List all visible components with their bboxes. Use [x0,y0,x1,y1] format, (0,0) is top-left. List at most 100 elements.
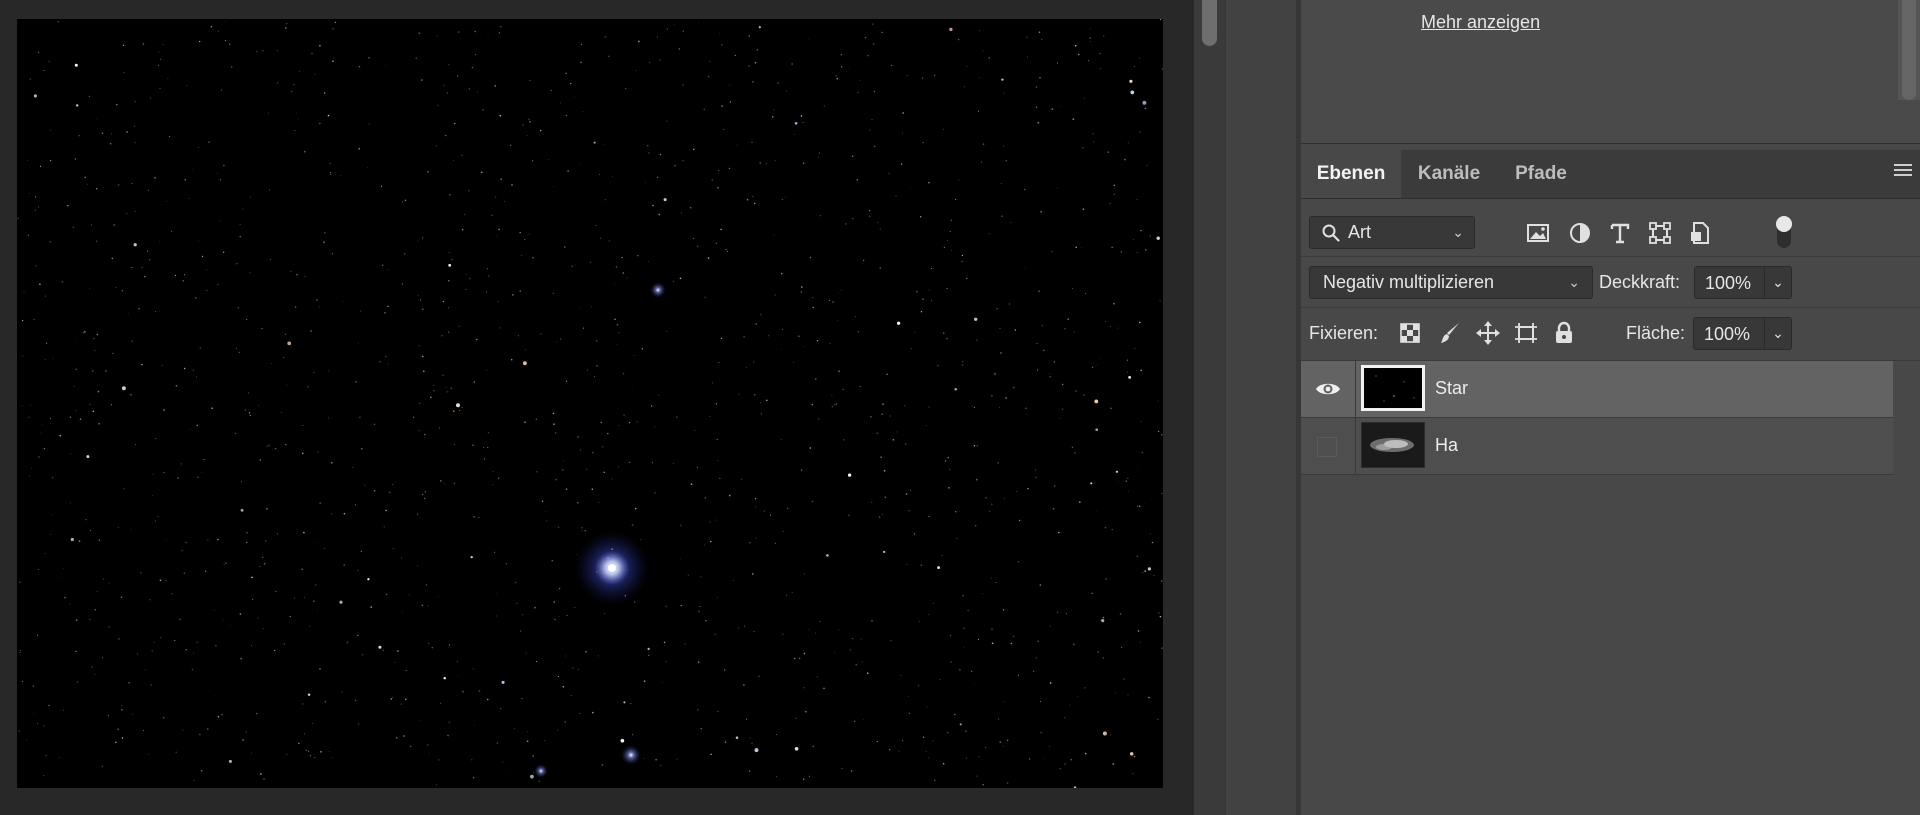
star-dot [594,376,596,377]
lock-transparent-pixels-icon[interactable] [1397,320,1423,346]
filter-toggle-switch[interactable] [1774,216,1794,250]
layer-row-ha[interactable]: Ha [1301,418,1893,475]
star-dot [665,661,667,662]
tab-channels[interactable]: Kanäle [1401,150,1497,198]
star-dot [519,290,521,292]
star-dot [982,50,984,52]
star-dot [45,754,47,757]
star-dot [424,490,427,493]
star-dot [324,701,326,703]
star-dot [1059,417,1061,419]
star-dot [89,618,91,621]
star-dot [423,497,426,500]
layers-list-scrollbar[interactable] [1893,368,1920,815]
star-dot [1039,584,1041,586]
star-dot [116,103,118,106]
star-dot [809,447,812,449]
star-dot [416,513,419,515]
star-dot [782,328,784,331]
star-dot [206,289,208,292]
star-dot [734,54,736,57]
panel-menu-icon[interactable] [1894,164,1912,180]
star-dot [98,422,100,425]
star-dot [896,431,898,433]
adjustment-filter-icon[interactable] [1567,220,1593,246]
star-dot [75,619,78,622]
star-dot [872,43,875,45]
lock-all-icon[interactable] [1551,320,1577,346]
star-dot [186,84,188,86]
info-panel-scrollbar-thumb[interactable] [1902,0,1916,100]
lock-position-icon[interactable] [1475,320,1501,346]
star-dot [94,608,96,611]
shape-filter-icon[interactable] [1647,220,1673,246]
visibility-off-box[interactable] [1317,437,1337,457]
star-dot [461,154,463,156]
opacity-value[interactable]: 100% [1705,273,1751,294]
fill-input[interactable]: 100% ⌄ [1693,317,1792,350]
star-dot [1160,580,1163,582]
smart-object-filter-icon[interactable] [1687,220,1713,246]
layer-row-star[interactable]: Star [1301,361,1893,418]
star-dot [905,443,907,445]
star-dot [70,537,74,542]
star-dot [618,425,620,427]
star-dot [727,250,729,252]
star-dot [777,82,780,84]
star-dot [75,337,77,339]
star-dot [950,661,952,663]
star-dot [859,386,861,387]
star-dot [251,576,253,579]
star-dot [1157,400,1159,402]
star-dot [755,323,757,325]
layer-thumbnail[interactable] [1361,365,1425,411]
tab-paths[interactable]: Pfade [1497,150,1585,198]
layer-name[interactable]: Ha [1435,435,1458,456]
show-more-link[interactable]: Mehr anzeigen [1421,12,1540,33]
star-dot [1034,469,1037,471]
starfield-image[interactable] [17,19,1163,788]
opacity-input[interactable]: 100% ⌄ [1694,266,1792,299]
star-dot [39,283,41,285]
star-dot [1119,613,1122,615]
star-dot [256,713,258,715]
blend-mode-dropdown[interactable]: Negativ multiplizieren ⌄ [1309,266,1593,299]
star-dot [801,286,803,288]
eye-icon[interactable] [1315,379,1341,399]
star-dot [421,355,424,358]
canvas-vertical-scrollbar[interactable] [1194,0,1225,815]
image-filter-icon[interactable] [1525,220,1551,246]
star-dot [191,668,194,671]
type-filter-icon[interactable] [1607,220,1633,246]
layer-visibility-toggle[interactable] [1301,418,1356,474]
star-dot [361,448,363,450]
star-dot [871,501,873,503]
star-dot [1127,142,1129,144]
star-dot [373,423,376,426]
layer-filter-dropdown[interactable]: Art ⌄ [1309,216,1475,249]
star-dot [136,653,138,655]
star-dot [239,223,241,226]
layer-name[interactable]: Star [1435,378,1468,399]
fill-chevron-down-icon[interactable]: ⌄ [1764,318,1791,349]
star-dot [27,160,28,161]
star-dot [1035,476,1037,479]
canvas-scrollbar-thumb[interactable] [1202,0,1217,46]
star-dot [1036,343,1038,345]
lock-artboard-icon[interactable] [1513,320,1539,346]
star-dot [697,709,699,711]
star-dot [171,230,173,232]
layer-visibility-toggle[interactable] [1301,361,1356,417]
opacity-chevron-down-icon[interactable]: ⌄ [1764,267,1791,298]
star-dot [1022,517,1023,519]
star-dot [808,629,810,631]
fill-value[interactable]: 100% [1704,324,1750,345]
star-dot [101,765,104,768]
star-dot [716,597,718,599]
star-dot [91,224,93,226]
lock-image-pixels-icon[interactable] [1437,320,1463,346]
layer-thumbnail[interactable] [1361,422,1425,468]
tab-layers[interactable]: Ebenen [1301,150,1401,198]
info-panel-scrollbar[interactable] [1898,0,1920,100]
star-dot [597,655,599,657]
